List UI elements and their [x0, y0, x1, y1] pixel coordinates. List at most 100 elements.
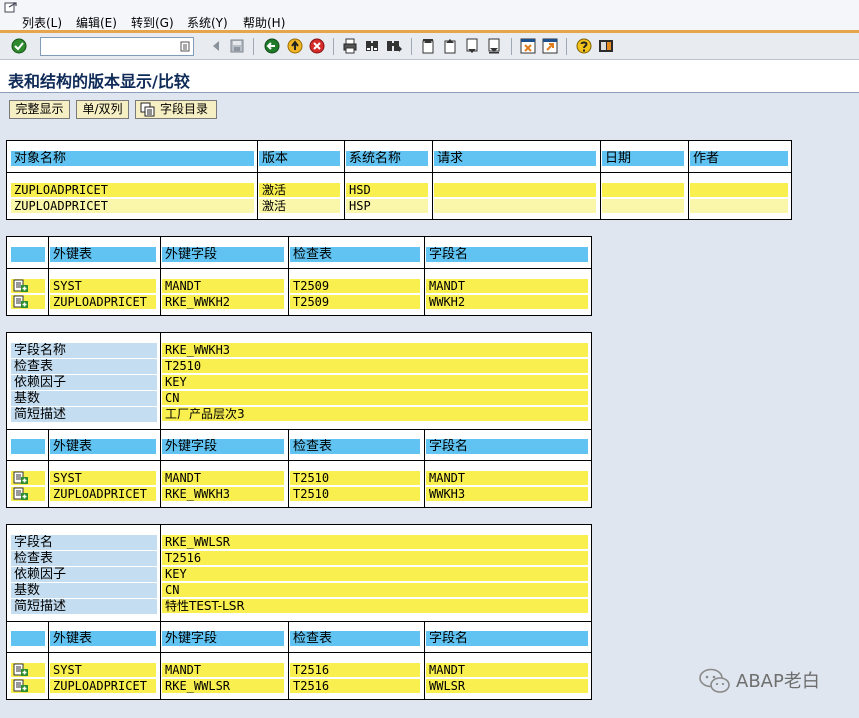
grid-line — [424, 429, 425, 507]
table-cell: WWKH2 — [426, 295, 588, 309]
row-detail-icon[interactable] — [13, 279, 29, 293]
menu-system[interactable]: 系统(Y) — [187, 14, 228, 31]
row-detail-icon[interactable] — [13, 663, 29, 677]
col-header-author: 作者 — [690, 151, 788, 166]
back-icon[interactable] — [264, 38, 280, 54]
print-icon[interactable] — [342, 38, 358, 54]
prev-page-icon[interactable] — [442, 38, 458, 54]
table-cell: MANDT — [162, 279, 284, 293]
toolbar-separator — [566, 38, 567, 55]
next-page-icon[interactable] — [464, 38, 480, 54]
help-icon[interactable] — [576, 38, 592, 54]
grid-line — [160, 525, 161, 621]
detail-label-field-name: 字段名 — [11, 535, 157, 550]
history-icon[interactable] — [180, 41, 190, 52]
row-detail-icon[interactable] — [13, 471, 29, 485]
grid-line — [7, 652, 591, 653]
menu-goto[interactable]: 转到(G) — [131, 14, 174, 31]
table-cell — [602, 183, 684, 197]
table-cell: MANDT — [426, 471, 588, 485]
new-session-icon[interactable] — [520, 38, 536, 54]
grid-line — [344, 141, 345, 219]
find-icon[interactable] — [364, 38, 380, 54]
table-cell: SYST — [50, 279, 156, 293]
row-detail-icon[interactable] — [13, 679, 29, 693]
detail-label-dependency: 依赖因子 — [11, 567, 157, 582]
grid-line — [48, 429, 49, 507]
row-detail-icon[interactable] — [13, 487, 29, 501]
full-display-button[interactable]: 完整显示 — [9, 100, 70, 119]
grid-line — [7, 460, 591, 461]
table-cell: RKE_WWKH3 — [162, 487, 284, 501]
save-icon[interactable] — [229, 38, 245, 54]
command-input[interactable] — [41, 38, 177, 55]
last-page-icon[interactable] — [486, 38, 502, 54]
detail-value-field-name: RKE_WWKH3 — [162, 343, 588, 357]
settings-icon[interactable] — [598, 38, 614, 54]
grid-line — [160, 237, 161, 315]
table-cell: T2509 — [290, 295, 420, 309]
table-cell — [690, 183, 788, 197]
col-header-icon — [11, 439, 45, 454]
col-header-system-name: 系统名称 — [346, 151, 428, 166]
title-bar: 表和结构的版本显示/比较 — [0, 60, 859, 93]
command-field[interactable] — [40, 37, 194, 56]
table-cell: T2516 — [290, 663, 420, 677]
shortcut-icon[interactable] — [542, 38, 558, 54]
grid-line — [424, 621, 425, 699]
col-header-date: 日期 — [602, 151, 684, 166]
menu-list[interactable]: 列表(L) — [22, 14, 62, 31]
table-cell: MANDT — [426, 663, 588, 677]
detail-value-short-desc: 工厂产品层次3 — [162, 407, 588, 421]
toolbar-separator — [333, 38, 334, 55]
field-catalog-label: 字段目录 — [160, 102, 209, 116]
col-header-version: 版本 — [259, 151, 340, 166]
menu-help[interactable]: 帮助(H) — [243, 14, 285, 31]
table-cell — [602, 199, 684, 213]
first-page-icon[interactable] — [420, 38, 436, 54]
detail-value-cardinality: CN — [162, 583, 588, 597]
col-header-field-name: 字段名 — [426, 439, 588, 454]
detail-value-dependency: KEY — [162, 567, 588, 581]
table-cell: SYST — [50, 471, 156, 485]
field-catalog-button[interactable]: 字段目录 — [135, 100, 217, 119]
table-cell: HSP — [346, 199, 428, 213]
grid-line — [7, 268, 591, 269]
col-header-icon — [11, 631, 45, 646]
grid-line — [7, 621, 591, 622]
enter-icon[interactable] — [11, 38, 27, 54]
row-detail-icon[interactable] — [13, 295, 29, 309]
table-cell — [434, 183, 596, 197]
grid-line — [432, 141, 433, 219]
single-double-column-button[interactable]: 单/双列 — [76, 100, 129, 119]
version-table: 对象名称 版本 系统名称 请求 日期 作者 ZUPLOADPRICET 激活 H… — [6, 140, 792, 220]
find-next-icon[interactable] — [386, 38, 402, 54]
field-catalog-icon — [140, 102, 155, 117]
col-header-field-name: 字段名 — [426, 631, 588, 646]
exit-icon[interactable] — [287, 38, 303, 54]
grid-line — [48, 237, 49, 315]
col-header-fk-table: 外键表 — [50, 247, 156, 262]
grid-line — [160, 621, 161, 699]
detail-label-cardinality: 基数 — [11, 583, 157, 598]
table-cell — [434, 199, 596, 213]
table-cell: 激活 — [259, 199, 340, 213]
grid-line — [7, 172, 791, 173]
table-cell: ZUPLOADPRICET — [11, 199, 254, 213]
system-menu-icon[interactable] — [4, 2, 18, 13]
table-cell: ZUPLOADPRICET — [50, 487, 156, 501]
col-header-fk-table: 外键表 — [50, 631, 156, 646]
table-cell: MANDT — [162, 471, 284, 485]
detail-value-cardinality: CN — [162, 391, 588, 405]
grid-line — [7, 429, 591, 430]
wechat-icon — [699, 668, 730, 693]
dropdown-left-icon[interactable] — [209, 38, 225, 54]
toolbar-separator — [511, 38, 512, 55]
toolbar-separator — [411, 38, 412, 55]
table-cell: WWLSR — [426, 679, 588, 693]
grid-line — [600, 141, 601, 219]
detail-label-short-desc: 简短描述 — [11, 599, 157, 614]
menu-edit[interactable]: 编辑(E) — [76, 14, 117, 31]
detail-label-field-name: 字段名称 — [11, 343, 157, 358]
cancel-icon[interactable] — [309, 38, 325, 54]
